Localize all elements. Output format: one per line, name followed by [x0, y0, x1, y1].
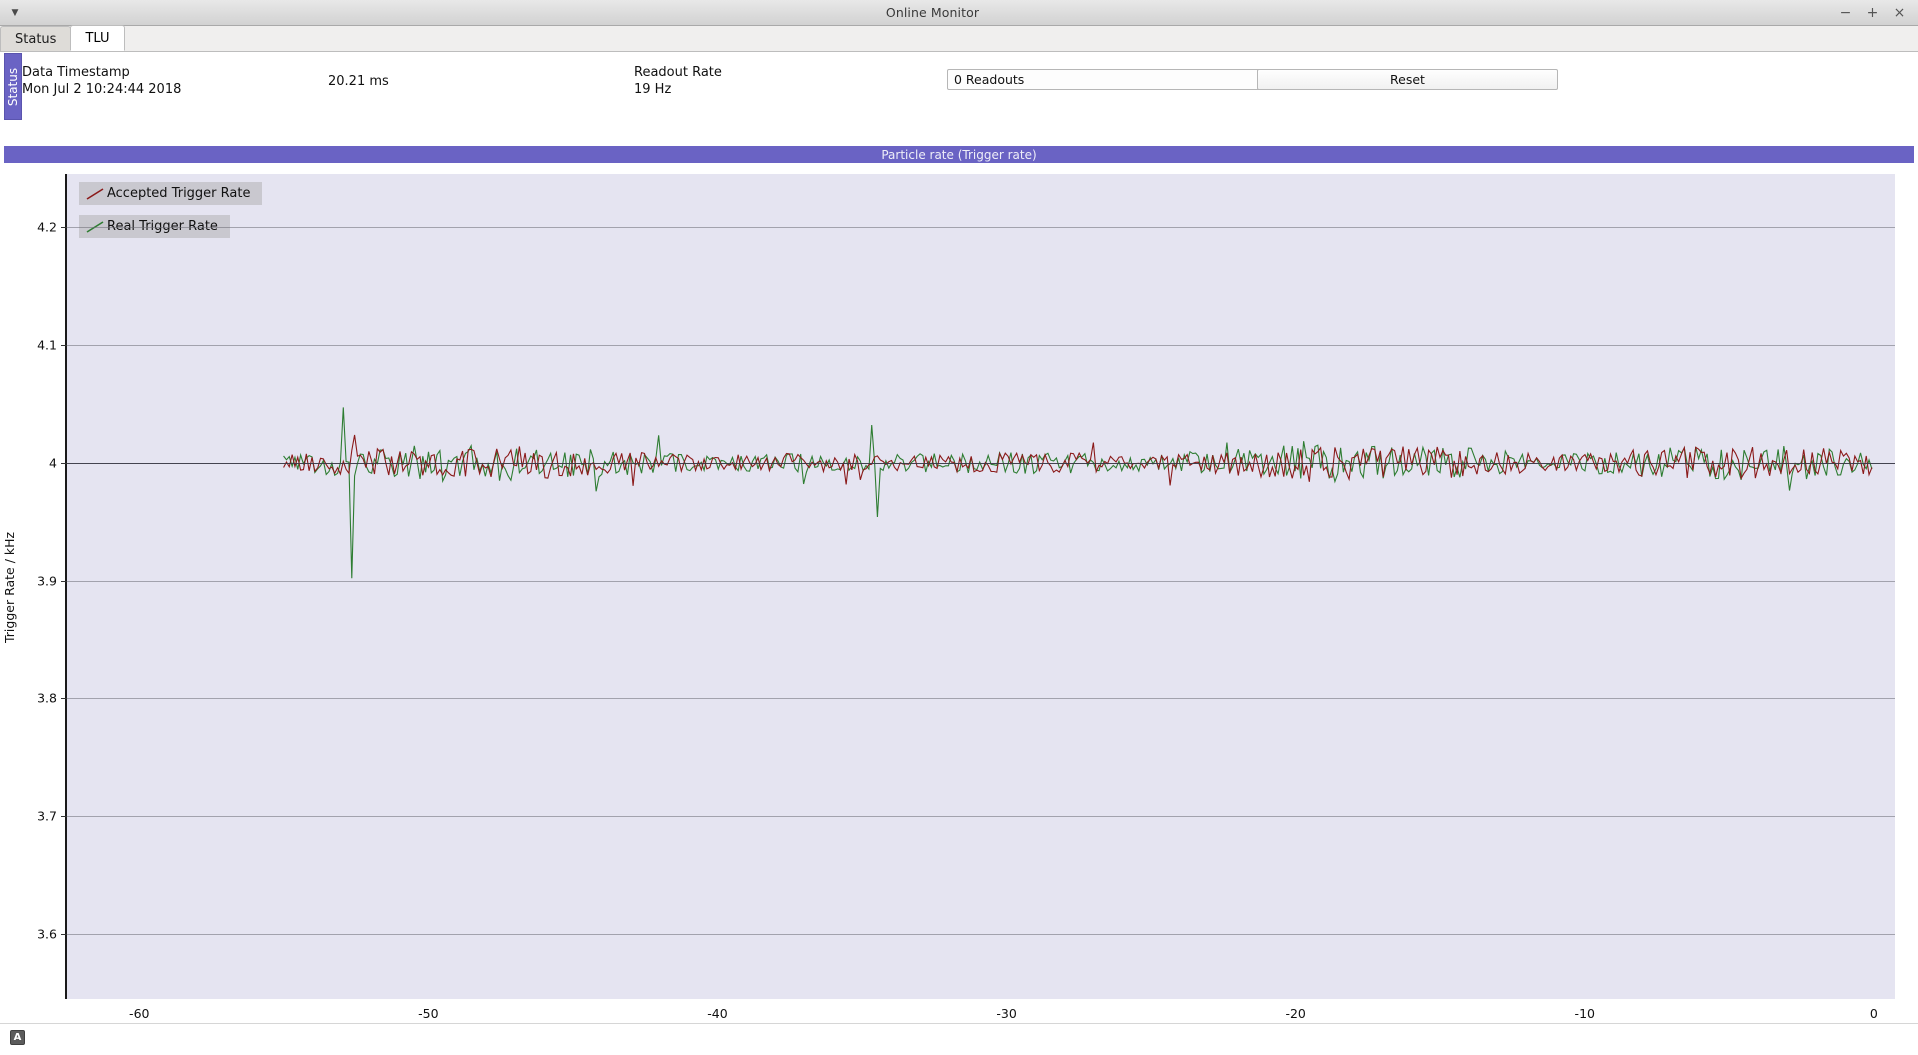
sidebar-status-strip[interactable]: Status — [4, 53, 22, 120]
readout-rate-label: Readout Rate — [634, 65, 722, 80]
chart-container: Trigger Rate / kHz Accepted Trigger Rate… — [0, 163, 1918, 1055]
y-tick-mark — [61, 462, 67, 464]
gridline — [67, 344, 1895, 346]
y-tick-mark — [61, 698, 67, 700]
legend-item-accepted-trigger-rate[interactable]: Accepted Trigger Rate — [79, 182, 263, 205]
accessibility-badge-icon[interactable]: A — [10, 1030, 25, 1045]
legend-label-accepted: Accepted Trigger Rate — [107, 186, 251, 201]
y-tick-mark — [61, 580, 67, 582]
sidebar-status-label: Status — [6, 67, 20, 106]
plot-area[interactable]: Accepted Trigger Rate Real Trigger Rate … — [37, 174, 1895, 1021]
y-axis-label: Trigger Rate / kHz — [2, 531, 17, 643]
data-timestamp-field: Data Timestamp Mon Jul 2 10:24:44 2018 — [22, 64, 181, 98]
status-bar: A — [0, 1023, 1918, 1055]
accepted-trigger-line-icon — [86, 187, 104, 200]
trace-canvas — [67, 174, 1895, 999]
close-icon[interactable]: × — [1893, 6, 1906, 20]
gridline — [67, 934, 1895, 936]
tab-tlu[interactable]: TLU — [70, 25, 125, 51]
duration-value: 20.21 ms — [328, 74, 389, 89]
readout-rate-value: 19 Hz — [634, 82, 672, 97]
main-tabbar: Status TLU — [0, 25, 1918, 52]
x-tick-label: -60 — [129, 1006, 150, 1021]
y-tick-mark — [61, 816, 67, 818]
reset-button[interactable]: Reset — [1257, 69, 1558, 90]
x-tick-label: -30 — [996, 1006, 1017, 1021]
maximize-icon[interactable]: + — [1866, 6, 1879, 20]
chart-legend: Accepted Trigger Rate Real Trigger Rate — [79, 182, 263, 248]
window-controls: − + × — [1839, 6, 1918, 20]
data-timestamp-value: Mon Jul 2 10:24:44 2018 — [22, 82, 182, 97]
y-tick-mark — [61, 934, 67, 936]
gridline — [67, 580, 1895, 582]
readouts-spinner[interactable]: 0 Readouts — [947, 69, 1310, 90]
series-line — [284, 435, 1872, 486]
gridline — [67, 698, 1895, 700]
window-titlebar: ▼ Online Monitor − + × — [0, 0, 1918, 26]
series-line — [284, 407, 1872, 578]
x-tick-label: -40 — [707, 1006, 728, 1021]
y-tick-mark — [61, 344, 67, 346]
y-tick-mark — [61, 227, 67, 229]
x-tick-label: 0 — [1869, 1006, 1878, 1021]
minimize-icon[interactable]: − — [1839, 6, 1852, 20]
window-title: Online Monitor — [885, 5, 980, 20]
tab-status[interactable]: Status — [0, 26, 72, 51]
gridline — [67, 227, 1895, 229]
window-menu-icon[interactable]: ▼ — [0, 0, 26, 26]
readout-rate-field: Readout Rate 19 Hz — [634, 64, 722, 98]
x-tick-label: -50 — [418, 1006, 439, 1021]
data-timestamp-label: Data Timestamp — [22, 65, 130, 80]
gridline — [67, 816, 1895, 818]
x-tick-label: -10 — [1574, 1006, 1595, 1021]
info-panel: Data Timestamp Mon Jul 2 10:24:44 2018 2… — [22, 53, 1918, 143]
readouts-spinner-value[interactable]: 0 Readouts — [948, 72, 1294, 87]
online-monitor-window: ▼ Online Monitor − + × Status TLU Status… — [0, 0, 1918, 1055]
gridline — [67, 462, 1895, 464]
chart-title-bar: Particle rate (Trigger rate) — [4, 146, 1914, 163]
x-tick-label: -20 — [1285, 1006, 1306, 1021]
